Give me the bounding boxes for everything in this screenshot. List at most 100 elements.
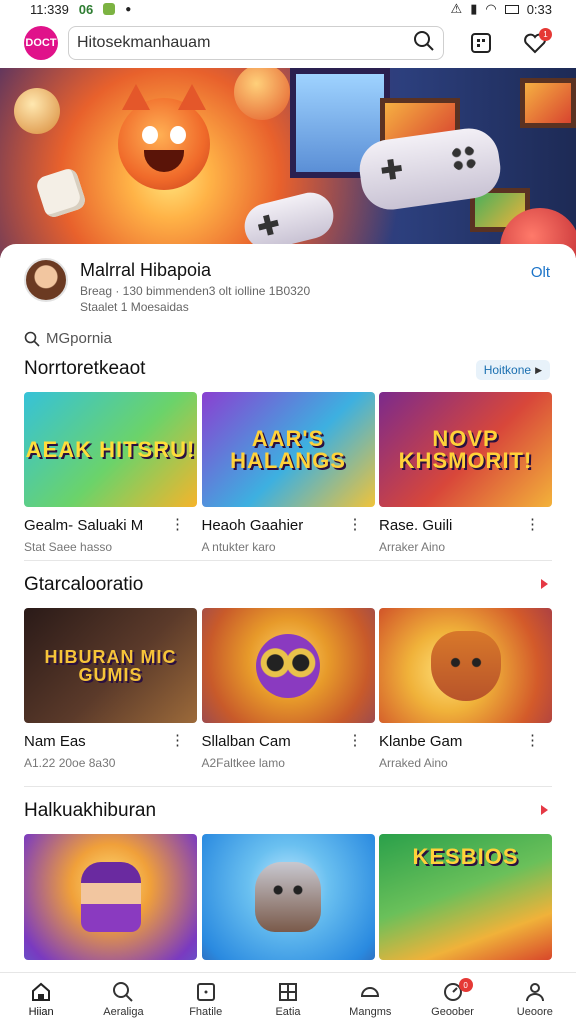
mascot-ear (178, 84, 206, 110)
game-thumbnail[interactable]: HIBURAN MIC GUMIS (24, 608, 197, 723)
mute-icon: ⚠ (450, 1, 463, 16)
banner-ball (14, 88, 60, 134)
banner-frame (520, 78, 576, 128)
status-bar: 11:339 06 ● ⚠ ▮ ◠ 0:33 (0, 0, 576, 18)
witch-character-image (80, 862, 141, 932)
user-icon (525, 983, 544, 1002)
game-card[interactable]: NOVP KHSMORIT! Rase. Guili ⋮ Arraker Aino (379, 392, 552, 554)
home-icon (32, 982, 51, 1001)
game-card[interactable]: HIBURAN MIC GUMIS Nam Eas ⋮ A1.22 20oe 8a… (24, 608, 197, 770)
section-featured: Norrtoretkeaot Hoitkone ▶ AEAK HITSRU! Ge… (24, 358, 552, 554)
mascot-eye (170, 126, 186, 144)
nav-grid[interactable]: Eatia (252, 981, 324, 1018)
chat-icon (361, 987, 380, 997)
nav-label: Mangms (349, 1006, 392, 1018)
more-vert-icon[interactable]: ⋮ (525, 515, 540, 533)
favorites-button[interactable]: 1 (518, 26, 552, 60)
game-thumbnail[interactable]: KESBIOS (379, 834, 552, 960)
nav-files[interactable]: Fhatile (170, 981, 242, 1018)
card-title: Heaoh Gaahier (201, 517, 304, 534)
thumbnail-title: NOVP KHSMORIT! (398, 425, 533, 473)
top-bar: DOCT Hitosekmanhauam 1 (0, 18, 576, 68)
more-vert-icon[interactable]: ⋮ (170, 515, 185, 533)
search-icon (24, 331, 40, 347)
more-vert-icon[interactable]: ⋮ (348, 731, 363, 749)
section-title: Norrtoretkeaot (24, 358, 146, 379)
nav-label: Fhatile (189, 1006, 223, 1018)
card-subtitle: A2Faltkee lamo (201, 756, 285, 770)
section-more-label: Hoitkone (483, 363, 532, 377)
fox-character-image (430, 630, 501, 701)
status-app-icon: 06 (78, 1, 94, 17)
nav-label: Geoober (431, 1006, 474, 1018)
nav-badge: 0 (458, 978, 473, 992)
thumbnail-title: HIBURAN MIC GUMIS (44, 646, 177, 685)
search-input[interactable]: Hitosekmanhauam (77, 34, 413, 52)
scan-icon (471, 33, 491, 53)
nav-profile[interactable]: Ueoore (499, 981, 571, 1018)
section-popular: Gtarcalooratio HIBURAN MIC GUMIS Nam Eas… (24, 574, 552, 770)
card-subtitle: Stat Saee hasso (24, 540, 113, 554)
more-vert-icon[interactable]: ⋮ (348, 515, 363, 533)
game-thumbnail[interactable]: AEAK HITSRU! (24, 392, 197, 507)
controller-dpad (380, 158, 403, 181)
more-vert-icon[interactable]: ⋮ (525, 731, 540, 749)
square-icon (196, 983, 215, 1001)
section-divider (24, 786, 552, 787)
profile-card[interactable]: Malrral Hibapoia Breag · 130 bimmenden3 … (24, 258, 552, 314)
nav-label: Ueoore (516, 1006, 553, 1018)
controller-dpad (256, 212, 281, 238)
section-arrow-icon[interactable] (541, 579, 548, 589)
hero-banner[interactable] (0, 68, 576, 258)
profile-action-button[interactable]: Olt (531, 264, 550, 281)
status-time: 11:339 (30, 1, 69, 17)
avatar[interactable] (24, 258, 68, 302)
card-subtitle: Arraker Aino (379, 540, 446, 554)
mascot-character (118, 84, 210, 190)
nav-search[interactable]: Aeraliga (87, 981, 159, 1018)
game-thumbnail[interactable]: NOVP KHSMORIT! (379, 392, 552, 507)
banner-dice (34, 166, 88, 220)
scan-button[interactable] (464, 26, 498, 60)
section-arrow-icon[interactable] (541, 805, 548, 815)
grid-icon (278, 983, 297, 1001)
card-title: Rase. Guili (379, 517, 453, 534)
game-card[interactable]: Sllalban Cam ⋮ A2Faltkee lamo (201, 608, 375, 770)
game-thumbnail[interactable] (379, 608, 552, 723)
search-icon[interactable] (413, 30, 435, 57)
game-card[interactable]: KESBIOS (379, 834, 552, 960)
game-card[interactable] (24, 834, 197, 960)
game-card[interactable] (201, 834, 375, 960)
notification-badge: 1 (539, 28, 552, 41)
card-subtitle: A ntukter karo (201, 540, 276, 554)
card-title: Klanbe Gam (379, 733, 463, 750)
section-title: Gtarcalooratio (24, 574, 144, 595)
profile-stats: Breag · 130 bimmenden3 olt iolline 1B032… (80, 284, 311, 298)
game-card[interactable]: AEAK HITSRU! Gealm- Saluaki M ⋮ Stat Saee… (24, 392, 197, 554)
nav-label: Aeraliga (103, 1006, 144, 1018)
app-logo[interactable]: DOCT (24, 26, 58, 60)
game-thumbnail[interactable]: AAR'S HALANGS (201, 392, 375, 507)
chevron-right-icon: ▶ (535, 364, 542, 375)
section-title: Halkuakhiburan (24, 800, 157, 821)
section-more-chip[interactable]: Hoitkone ▶ (475, 360, 550, 380)
more-vert-icon[interactable]: ⋮ (170, 731, 185, 749)
nav-home[interactable]: Hiian (5, 981, 77, 1018)
game-thumbnail[interactable] (201, 608, 375, 723)
app-notification-icon (103, 3, 116, 15)
game-thumbnail[interactable] (201, 834, 375, 960)
signal-icon: ▮ (470, 1, 478, 16)
mini-search[interactable]: MGpornia (24, 330, 112, 347)
profile-subtitle: Staalet 1 Moesaidas (80, 300, 189, 314)
nav-messages[interactable]: Mangms (334, 981, 406, 1018)
card-title: Gealm- Saluaki M (24, 517, 144, 534)
game-thumbnail[interactable] (24, 834, 197, 960)
game-card[interactable]: Klanbe Gam ⋮ Arraked Aino (379, 608, 552, 770)
thumbnail-title: AEAK HITSRU! (25, 436, 196, 462)
card-title: Sllalban Cam (201, 733, 291, 750)
card-title: Nam Eas (24, 733, 86, 750)
battery-icon (504, 4, 519, 14)
nav-gauge[interactable]: 0 Geoober (417, 978, 489, 1018)
game-card[interactable]: AAR'S HALANGS Heaoh Gaahier ⋮ A ntukter k… (201, 392, 375, 554)
search-bar[interactable]: Hitosekmanhauam (68, 26, 444, 60)
